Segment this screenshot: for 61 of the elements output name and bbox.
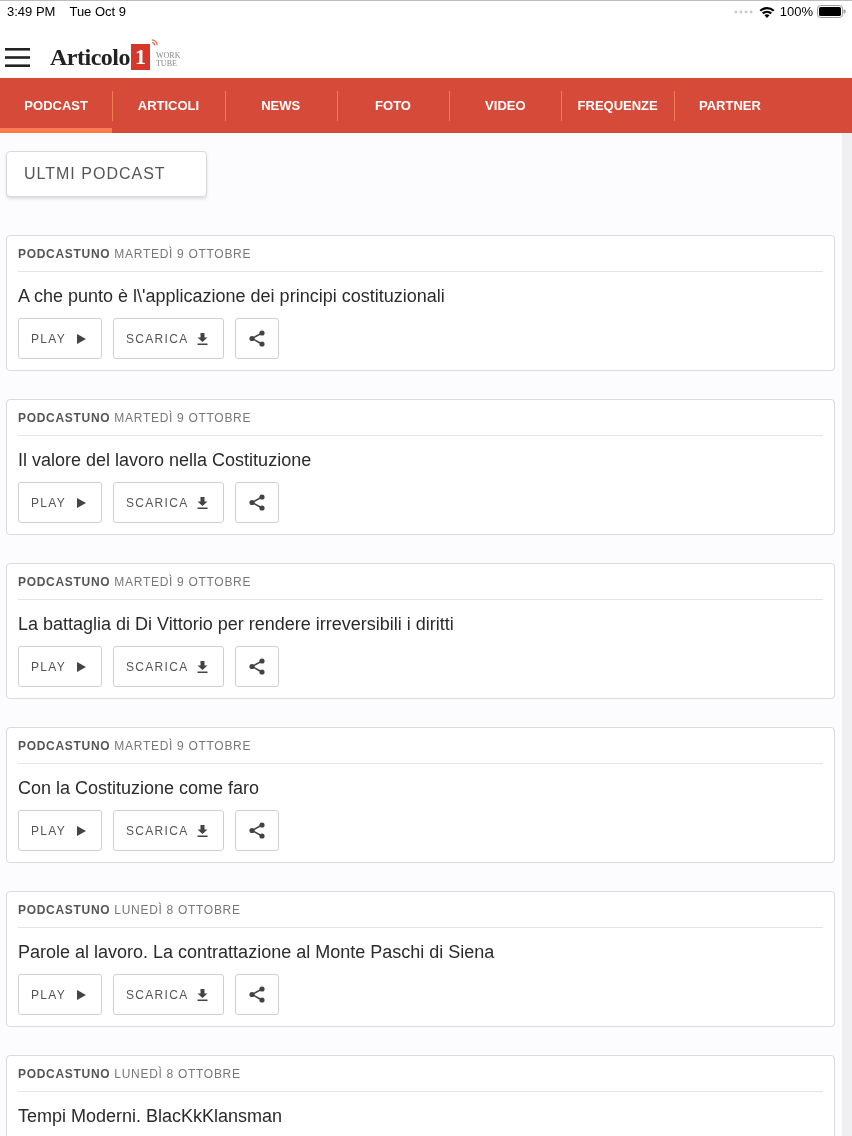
status-time: 3:49 PM (7, 4, 56, 19)
share-icon (249, 330, 265, 347)
download-icon (197, 496, 209, 509)
episode-title[interactable]: Parole al lavoro. La contrattazione al Monte Paschi di Siena (18, 941, 823, 963)
play-button[interactable]: PLAY (18, 482, 102, 523)
source-label: PODCASTUNO (18, 1067, 111, 1081)
date-label: LUNEDÌ 8 OTTOBRE (114, 1067, 241, 1081)
source-label: PODCASTUNO (18, 575, 111, 589)
download-icon (197, 824, 209, 837)
share-icon (249, 494, 265, 511)
date-label: MARTEDÌ 9 OTTOBRE (114, 739, 252, 753)
share-button[interactable] (235, 318, 279, 359)
download-button[interactable]: SCARICA (113, 646, 224, 687)
download-icon (197, 988, 209, 1001)
source-label: PODCASTUNO (18, 903, 111, 917)
download-icon (197, 332, 209, 345)
logo-number-badge: 1 (130, 44, 150, 70)
share-icon (249, 822, 265, 839)
battery-percent: 100% (779, 4, 813, 19)
share-button[interactable] (235, 974, 279, 1015)
logo-tagline: WORK (155, 52, 181, 60)
latest-podcasts-button[interactable]: ULTMI PODCAST (6, 151, 207, 197)
episode-title[interactable]: Con la Costituzione come faro (18, 777, 823, 799)
play-icon (77, 661, 86, 672)
play-button[interactable]: PLAY (18, 974, 102, 1015)
date-label: MARTEDÌ 9 OTTOBRE (114, 575, 252, 589)
share-icon (249, 986, 265, 1003)
play-icon (77, 989, 86, 1000)
episode-title[interactable]: A che punto è l\'applicazione dei principi costituzionali (18, 285, 823, 307)
play-icon (77, 825, 86, 836)
wifi-icon (758, 5, 775, 18)
status-date: Tue Oct 9 (69, 4, 127, 19)
share-button[interactable] (235, 482, 279, 523)
download-button[interactable]: SCARICA (113, 318, 224, 359)
source-label: PODCASTUNO (18, 247, 111, 261)
play-button[interactable]: PLAY (18, 646, 102, 687)
signal-icon (733, 9, 753, 14)
episode-title[interactable]: La battaglia di Di Vittorio per rendere irreversibili i diritti (18, 613, 823, 635)
date-label: MARTEDÌ 9 OTTOBRE (114, 411, 252, 425)
logo-wordmark: Articolo (50, 43, 130, 71)
episode-title[interactable]: Il valore del lavoro nella Costituzione (18, 449, 823, 471)
battery-icon (817, 5, 846, 18)
download-button[interactable]: SCARICA (113, 810, 224, 851)
download-button[interactable]: SCARICA (113, 482, 224, 523)
play-button[interactable]: PLAY (18, 810, 102, 851)
play-icon (77, 333, 86, 344)
play-icon (77, 497, 86, 508)
signal-arc-icon (150, 39, 158, 46)
date-label: MARTEDÌ 9 OTTOBRE (114, 247, 252, 261)
source-label: PODCASTUNO (18, 739, 111, 753)
episode-title[interactable]: Tempi Moderni. BlacKkKlansman (18, 1105, 823, 1127)
play-button[interactable]: PLAY (18, 318, 102, 359)
menu-icon[interactable] (5, 47, 30, 67)
logo-tagline: TUBE (155, 60, 178, 68)
date-label: LUNEDÌ 8 OTTOBRE (114, 903, 241, 917)
share-button[interactable] (235, 646, 279, 687)
share-icon (249, 658, 265, 675)
share-button[interactable] (235, 810, 279, 851)
download-button[interactable]: SCARICA (113, 974, 224, 1015)
source-label: PODCASTUNO (18, 411, 111, 425)
download-icon (197, 660, 209, 673)
